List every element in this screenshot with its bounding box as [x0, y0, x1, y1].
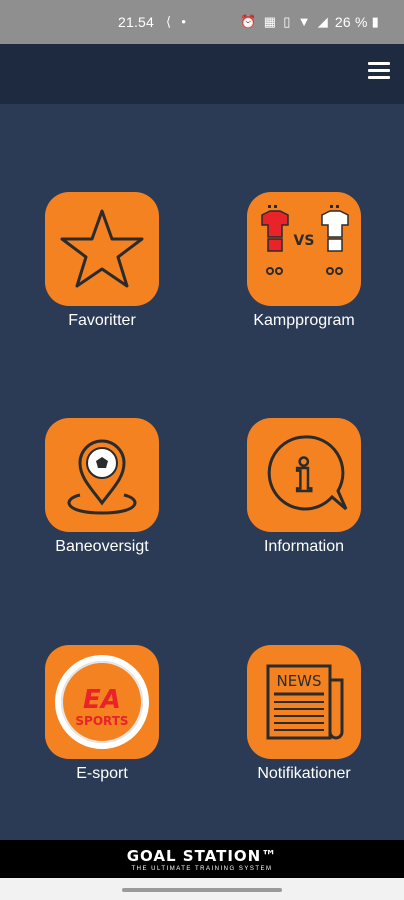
- footer-tagline: THE ULTIMATE TRAINING SYSTEM: [131, 865, 273, 872]
- tile-notifikationer[interactable]: NEWS Notifikationer: [224, 645, 384, 783]
- footer-brand: GOAL STATION™: [126, 846, 278, 865]
- tile-kampprogram[interactable]: VS Kampprogram: [224, 192, 384, 330]
- ea-text: EA: [83, 685, 121, 715]
- football-location-pin-icon: [45, 418, 159, 532]
- tile-information[interactable]: i Information: [224, 418, 384, 556]
- vibrate-icon: ▯: [283, 14, 291, 29]
- tile-label: Baneoversigt: [55, 538, 149, 555]
- battery-percent: 26 %: [334, 14, 368, 30]
- gesture-nav-bar: [0, 878, 404, 900]
- newspaper-icon: NEWS: [247, 645, 361, 759]
- dot-icon: •: [181, 14, 187, 29]
- sports-text: SPORTS: [75, 714, 128, 728]
- app-bar: [0, 44, 404, 104]
- menu-grid: Favoritter VS Kampprogram Baneoversigt i…: [0, 104, 404, 840]
- news-text: NEWS: [276, 672, 321, 690]
- wifi-icon: ▼: [297, 14, 311, 29]
- share-icon: ⟨: [166, 14, 172, 29]
- tile-label: Notifikationer: [257, 765, 351, 782]
- calendar-icon: ▦: [263, 14, 277, 29]
- match-vs-jerseys-icon: VS: [247, 192, 361, 306]
- footer-banner: GOAL STATION™ THE ULTIMATE TRAINING SYST…: [0, 840, 404, 878]
- info-speech-bubble-icon: i: [247, 418, 361, 532]
- tile-baneoversigt[interactable]: Baneoversigt: [22, 418, 182, 556]
- home-gesture-pill[interactable]: [122, 888, 282, 892]
- hamburger-menu-icon[interactable]: [368, 62, 390, 84]
- battery-icon: ▮: [371, 14, 379, 29]
- tile-favoritter[interactable]: Favoritter: [22, 192, 182, 330]
- ea-sports-logo-icon: EA SPORTS: [45, 645, 159, 759]
- tile-e-sport[interactable]: EA SPORTS E-sport: [22, 645, 182, 783]
- star-icon: [45, 192, 159, 306]
- alarm-icon: ⏰: [240, 14, 257, 29]
- info-i-text: i: [296, 451, 313, 502]
- status-bar: 21.54 ⟨ • ⏰ ▦ ▯ ▼ ◢ 26 % ▮: [0, 0, 404, 44]
- tile-label: Kampprogram: [253, 312, 355, 329]
- status-time: 21.54: [118, 14, 155, 30]
- signal-icon: ◢: [317, 14, 328, 29]
- tile-label: Information: [263, 538, 345, 555]
- tile-label: E-sport: [76, 765, 128, 782]
- vs-text: VS: [294, 233, 315, 249]
- tile-label: Favoritter: [68, 312, 136, 329]
